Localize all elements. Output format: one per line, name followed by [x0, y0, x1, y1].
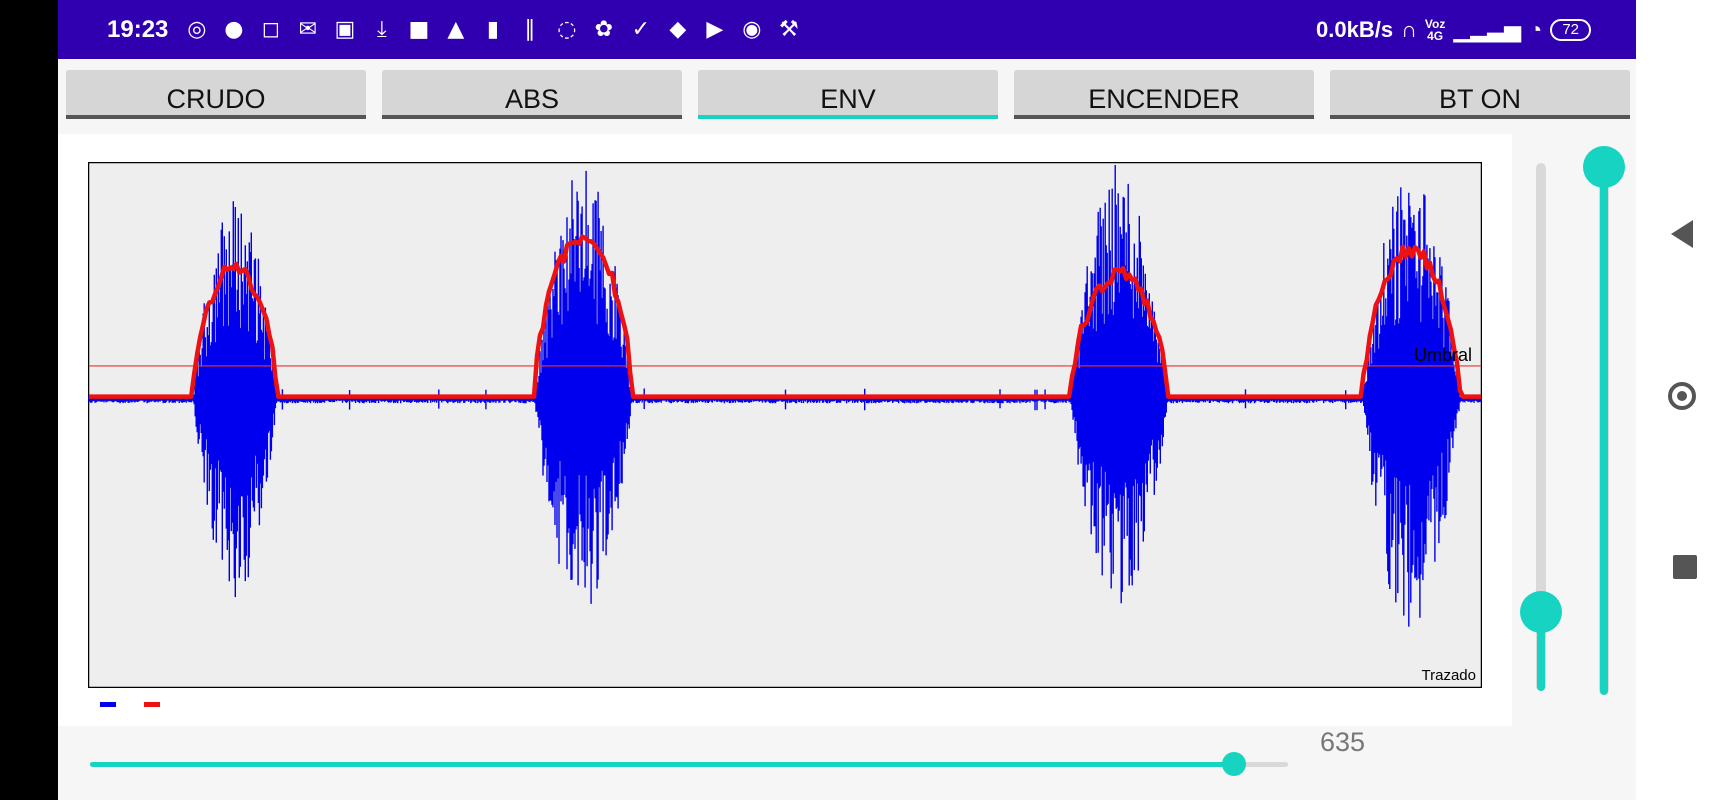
- chart-panel: Umbral Trazado: [58, 134, 1512, 726]
- instagram-icon: ◻: [261, 16, 281, 42]
- status-right: 0.0kB/s ∩ Voz 4G ▁▂▃▅ ◔ 72: [1316, 17, 1591, 43]
- tab-abs[interactable]: ABS: [382, 70, 682, 119]
- app-icon-3: ✿: [594, 16, 614, 42]
- wrench-icon: ⚒: [779, 16, 799, 42]
- video-icon: ■: [408, 16, 430, 42]
- recent-apps-icon[interactable]: [1673, 555, 1697, 579]
- voz-indicator: Voz 4G: [1425, 18, 1445, 42]
- threshold-label: Umbral: [1414, 345, 1472, 365]
- tab-encender[interactable]: ENCENDER: [1014, 70, 1314, 119]
- trazado-label: Trazado: [1422, 667, 1476, 684]
- battery-indicator: 72: [1550, 18, 1591, 41]
- tab-bar: CRUDO ABS ENV ENCENDER BT ON: [58, 59, 1636, 129]
- legend-envelope-swatch: [144, 702, 160, 707]
- horizontal-slider[interactable]: [90, 752, 1288, 776]
- headphones-icon: ∩: [1401, 16, 1417, 42]
- netflix-icon: ▮: [486, 16, 499, 42]
- plot-area: [88, 162, 1482, 688]
- linkedin-icon: ▣: [334, 16, 356, 42]
- whatsapp-icon: ◎: [187, 16, 207, 42]
- vertical-slider-left-thumb[interactable]: [1520, 590, 1562, 633]
- notification-icons: ◎ ● ◻ ✉ ▣ ⤓ ■ ▲ ▮ ∥ ◌ ✿ ✓ ◆ ▶ ◉ ⚒: [178, 16, 807, 42]
- twitter-icon: ◆: [669, 16, 687, 42]
- vertical-slider-right-fill: [1600, 167, 1608, 695]
- download-icon: ⤓: [377, 16, 387, 42]
- slider-value: 635: [1320, 727, 1366, 757]
- check-icon: ✓: [631, 16, 651, 42]
- app-icon-4: ◉: [742, 16, 762, 42]
- left-edge: [0, 0, 58, 800]
- signal-chart: Umbral Trazado: [88, 162, 1482, 688]
- tab-bt-on[interactable]: BT ON: [1330, 70, 1630, 119]
- horizontal-slider-fill: [90, 762, 1235, 767]
- net-speed: 0.0kB/s: [1316, 16, 1394, 42]
- signal-icon: ▁▂▃▅: [1453, 16, 1522, 42]
- youtube-icon: ▶: [706, 16, 724, 42]
- gmail-icon: ✉: [298, 16, 318, 42]
- drive-icon: ▲: [447, 16, 465, 42]
- status-time: 19:23: [107, 15, 169, 43]
- app-icon: ∥: [524, 16, 536, 42]
- tab-env[interactable]: ENV: [698, 70, 998, 119]
- facebook-icon: ●: [224, 16, 244, 42]
- legend-raw-swatch: [100, 702, 116, 707]
- app-screen: CRUDO ABS ENV ENCENDER BT ON Umbral Traz…: [58, 59, 1636, 800]
- status-bar: 19:23 ◎ ● ◻ ✉ ▣ ⤓ ■ ▲ ▮ ∥ ◌ ✿ ✓ ◆ ▶ ◉ ⚒ …: [58, 0, 1636, 59]
- back-icon[interactable]: [1671, 220, 1693, 248]
- home-icon[interactable]: [1668, 382, 1696, 410]
- network-type: 4G: [1427, 28, 1444, 43]
- app-icon-2: ◌: [557, 16, 577, 42]
- navigation-bar: [1636, 0, 1733, 800]
- tab-crudo[interactable]: CRUDO: [66, 70, 366, 119]
- horizontal-slider-thumb[interactable]: [1222, 752, 1247, 776]
- wifi-icon: ◔: [1529, 16, 1543, 42]
- legend: [100, 702, 160, 707]
- vertical-slider-right-thumb[interactable]: [1583, 146, 1625, 188]
